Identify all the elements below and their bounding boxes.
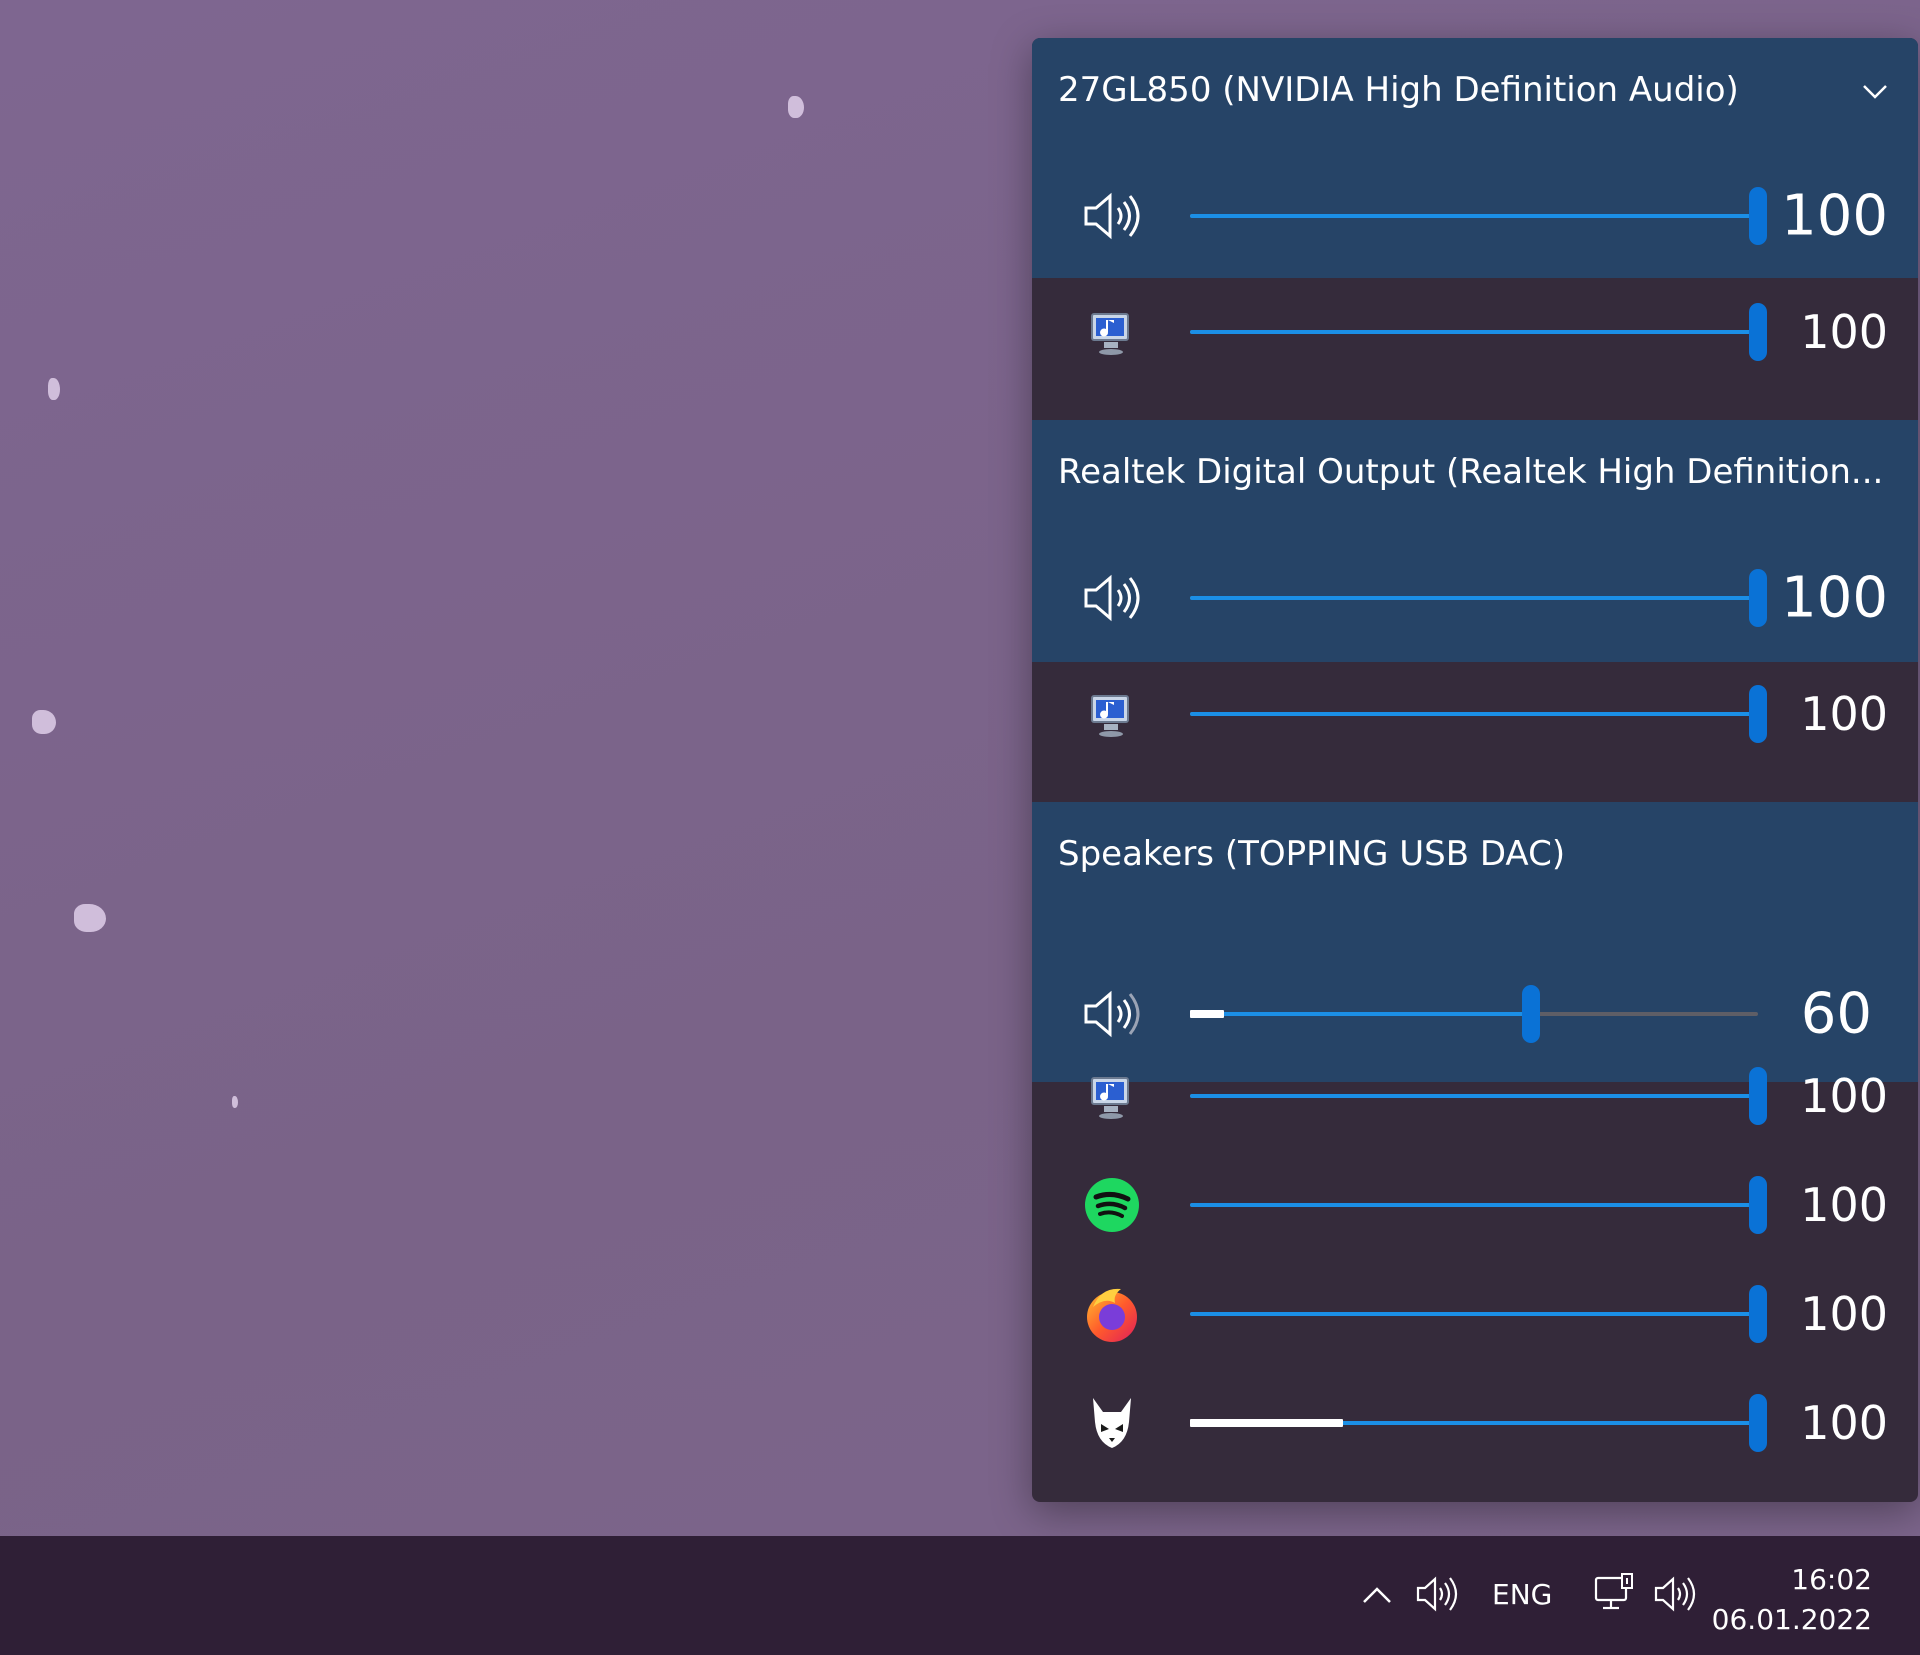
speaker-volume-icon[interactable] [1080, 184, 1144, 248]
system-sounds-icon [1080, 300, 1144, 364]
taskbar: ENG 16:02 06.01.2022 [0, 1536, 1920, 1655]
volume-value: 100 [1781, 565, 1888, 631]
slider-thumb[interactable] [1749, 1176, 1767, 1234]
volume-slider[interactable] [1190, 1176, 1767, 1234]
wallpaper-speck [48, 378, 60, 400]
volume-slider[interactable] [1190, 1285, 1767, 1343]
spotify-icon [1080, 1173, 1144, 1237]
app-volume-row: 100 [1032, 1151, 1918, 1259]
volume-slider[interactable] [1190, 187, 1767, 245]
network-icon[interactable] [1592, 1570, 1636, 1614]
volume-slider[interactable] [1190, 569, 1767, 627]
slider-thumb[interactable] [1749, 1285, 1767, 1343]
firefox-icon [1080, 1282, 1144, 1346]
app-volume-row: 100 [1032, 278, 1918, 386]
speaker-volume-icon[interactable] [1080, 566, 1144, 630]
wallpaper-speck [74, 904, 106, 932]
language-indicator[interactable]: ENG [1492, 1578, 1552, 1611]
speaker-volume-icon[interactable] [1080, 982, 1144, 1046]
slider-thumb[interactable] [1749, 1394, 1767, 1452]
device-volume-row: 100 [1032, 544, 1918, 652]
volume-slider[interactable] [1190, 685, 1767, 743]
app-volume-row: 100 [1032, 660, 1918, 768]
volume-slider[interactable] [1190, 985, 1758, 1043]
device-volume-row: 100 [1032, 162, 1918, 270]
volume-value: 100 [1781, 183, 1888, 249]
device-panel-27gl850: 27GL850 (NVIDIA High Definition Audio) 1… [1032, 38, 1918, 278]
volume-value: 60 [1800, 981, 1872, 1047]
slider-thumb[interactable] [1749, 187, 1767, 245]
volume-slider[interactable] [1190, 1394, 1767, 1452]
volume-slider[interactable] [1190, 1067, 1767, 1125]
volume-value: 100 [1800, 305, 1888, 359]
volume-value: 100 [1800, 687, 1888, 741]
clock-date: 06.01.2022 [1711, 1603, 1872, 1636]
volume-mixer-flyout: 27GL850 (NVIDIA High Definition Audio) 1… [1032, 38, 1918, 1502]
chevron-up-icon[interactable] [1360, 1578, 1394, 1612]
device-name[interactable]: Speakers (TOPPING USB DAC) [1058, 834, 1565, 874]
chevron-down-icon[interactable] [1860, 76, 1890, 106]
app-volume-row: 100 [1032, 1042, 1918, 1150]
slider-thumb[interactable] [1749, 685, 1767, 743]
device-name[interactable]: 27GL850 (NVIDIA High Definition Audio) [1058, 70, 1739, 110]
slider-thumb[interactable] [1521, 985, 1540, 1043]
wallpaper-speck [788, 96, 804, 118]
device-panel-realtek: Realtek Digital Output (Realtek High Def… [1032, 420, 1918, 662]
volume-value: 100 [1800, 1178, 1888, 1232]
wallpaper-speck [232, 1096, 238, 1108]
device-panel-topping: Speakers (TOPPING USB DAC) 60 [1032, 802, 1918, 1082]
wallpaper-speck [32, 710, 56, 734]
volume-value: 100 [1800, 1287, 1888, 1341]
volume-icon[interactable] [1652, 1572, 1698, 1616]
slider-thumb[interactable] [1749, 1067, 1767, 1125]
volume-slider[interactable] [1190, 303, 1767, 361]
device-name[interactable]: Realtek Digital Output (Realtek High Def… [1058, 452, 1883, 492]
volume-value: 100 [1800, 1396, 1888, 1450]
speaker-icon[interactable] [1414, 1572, 1460, 1616]
volume-value: 100 [1800, 1069, 1888, 1123]
system-sounds-icon [1080, 1064, 1144, 1128]
clock-time: 16:02 [1791, 1563, 1872, 1596]
slider-thumb[interactable] [1749, 303, 1767, 361]
app-volume-row: 100 [1032, 1369, 1918, 1477]
app-volume-row: 100 [1032, 1260, 1918, 1368]
foobar-icon [1080, 1391, 1144, 1455]
system-sounds-icon [1080, 682, 1144, 746]
slider-thumb[interactable] [1749, 569, 1767, 627]
clock[interactable]: 16:02 06.01.2022 [1712, 1560, 1872, 1640]
